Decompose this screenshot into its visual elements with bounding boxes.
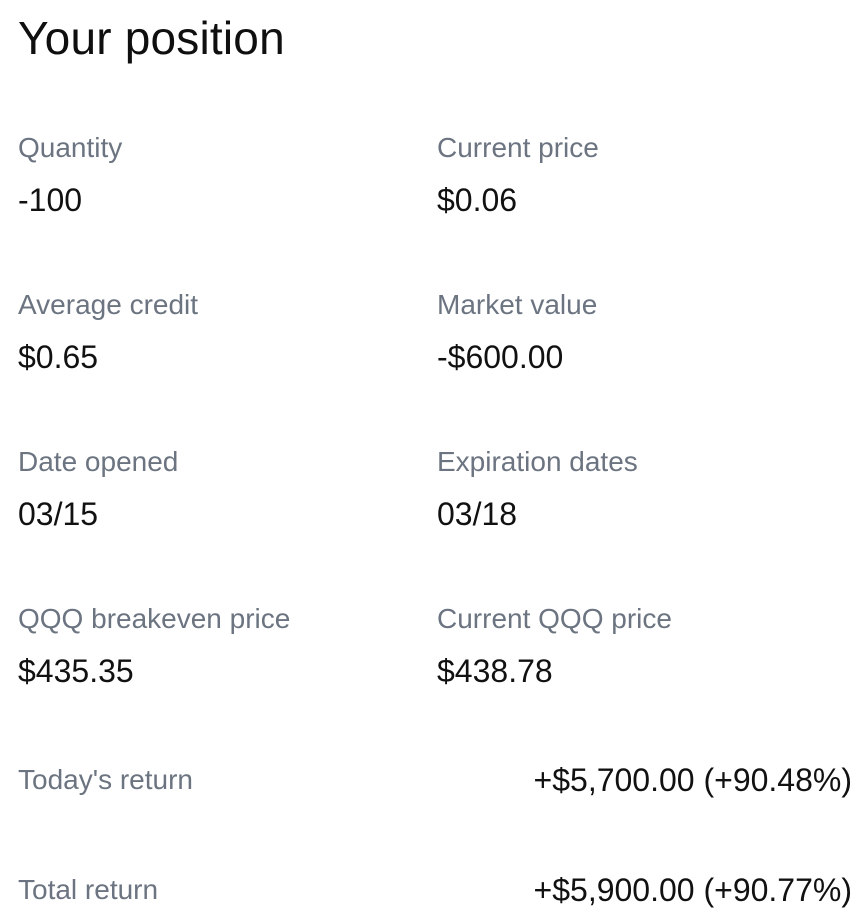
expiration-dates-stat: Expiration dates 03/18	[437, 445, 837, 533]
quantity-stat: Quantity -100	[18, 131, 418, 219]
quantity-label: Quantity	[18, 132, 123, 163]
todays-return-value: +$5,700.00 (+90.48%)	[533, 762, 852, 798]
current-underlying-price-value: $438.78	[437, 653, 553, 689]
breakeven-price-stat: QQQ breakeven price $435.35	[18, 602, 418, 690]
average-credit-value: $0.65	[18, 339, 99, 375]
date-opened-stat: Date opened 03/15	[18, 445, 418, 533]
expiration-dates-label: Expiration dates	[437, 446, 638, 477]
current-price-value: $0.06	[437, 182, 518, 218]
total-return-value: +$5,900.00 (+90.77%)	[533, 872, 852, 908]
breakeven-price-value: $435.35	[18, 653, 134, 689]
market-value-value: -$600.00	[437, 339, 564, 375]
market-value-label: Market value	[437, 289, 598, 320]
breakeven-price-label: QQQ breakeven price	[18, 603, 291, 634]
average-credit-label: Average credit	[18, 289, 199, 320]
current-underlying-price-stat: Current QQQ price $438.78	[437, 602, 837, 690]
expiration-dates-value: 03/18	[437, 496, 518, 532]
average-credit-stat: Average credit $0.65	[18, 288, 418, 376]
todays-return-label: Today's return	[18, 764, 193, 795]
date-opened-value: 03/15	[18, 496, 99, 532]
total-return-row: Total return +$5,900.00 (+90.77%)	[18, 870, 852, 910]
current-price-stat: Current price $0.06	[437, 131, 837, 219]
total-return-label: Total return	[18, 874, 159, 905]
page-title: Your position	[18, 12, 285, 64]
current-price-label: Current price	[437, 132, 599, 163]
market-value-stat: Market value -$600.00	[437, 288, 837, 376]
current-underlying-price-label: Current QQQ price	[437, 603, 672, 634]
date-opened-label: Date opened	[18, 446, 179, 477]
quantity-value: -100	[18, 182, 83, 218]
todays-return-row: Today's return +$5,700.00 (+90.48%)	[18, 760, 852, 800]
